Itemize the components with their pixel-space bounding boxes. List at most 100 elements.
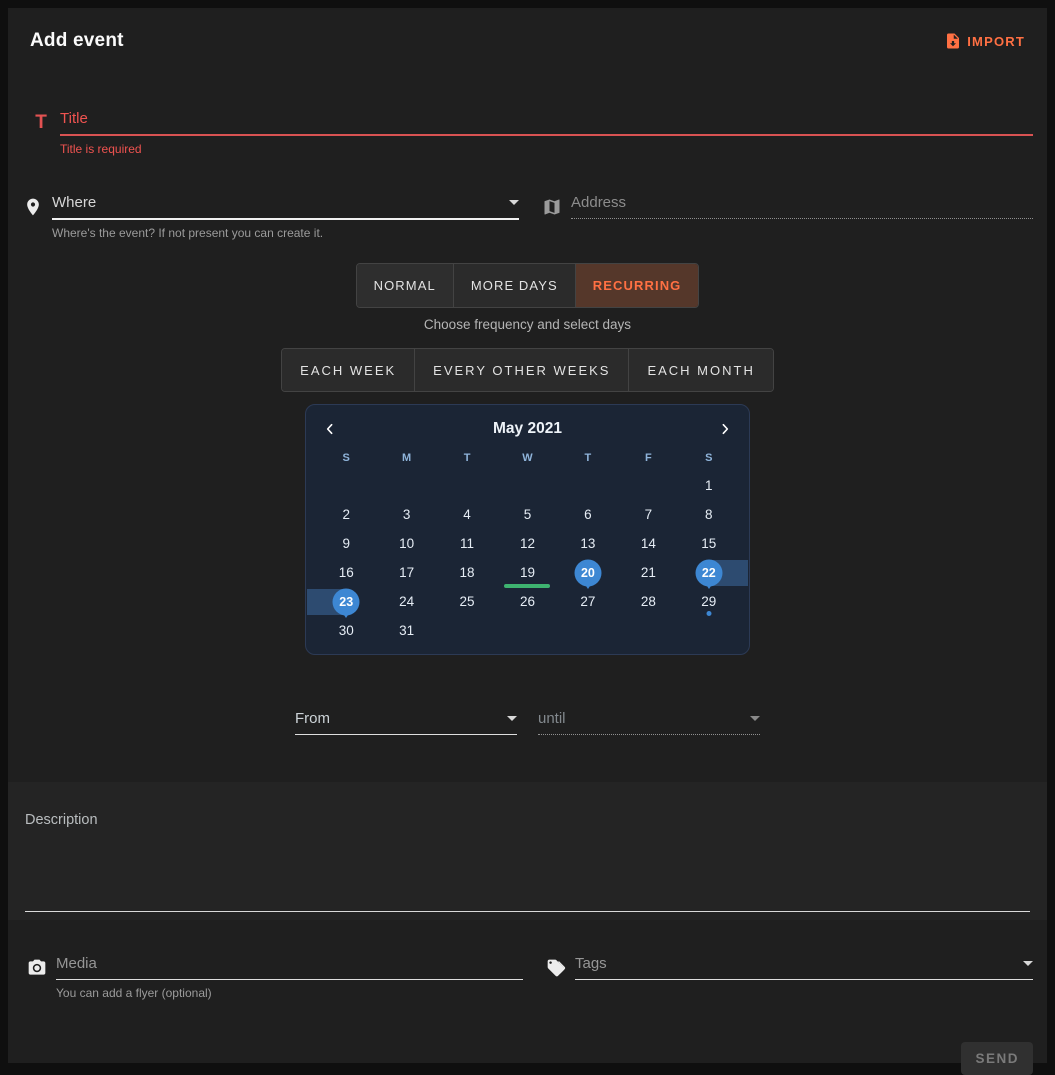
frequency-option-each-week[interactable]: EACH WEEK — [282, 349, 414, 391]
day-number: 31 — [399, 623, 414, 638]
calendar-day-1[interactable]: 1 — [679, 472, 739, 499]
day-number: 28 — [641, 594, 656, 609]
description-label: Description — [25, 812, 1030, 828]
calendar-day-26[interactable]: 26 — [497, 588, 557, 615]
calendar-day-12[interactable]: 12 — [497, 530, 557, 557]
calendar-day-empty — [497, 617, 557, 644]
calendar-day-7[interactable]: 7 — [618, 501, 678, 528]
calendar-day-8[interactable]: 8 — [679, 501, 739, 528]
day-number: 5 — [524, 507, 532, 522]
calendar-day-28[interactable]: 28 — [618, 588, 678, 615]
chevron-down-icon — [750, 716, 760, 721]
where-input[interactable] — [52, 194, 509, 211]
calendar-day-empty — [316, 472, 376, 499]
media-input[interactable] — [56, 955, 523, 972]
calendar-day-empty — [618, 617, 678, 644]
calendar-day-24[interactable]: 24 — [376, 588, 436, 615]
weekday-label: S — [316, 446, 376, 470]
tags-select[interactable] — [575, 955, 1033, 980]
weekday-label: T — [558, 446, 618, 470]
title-text-icon: T — [30, 112, 52, 134]
day-number: 27 — [580, 594, 595, 609]
where-select[interactable] — [52, 194, 519, 220]
chevron-down-icon — [1023, 961, 1033, 966]
calendar-day-empty — [679, 617, 739, 644]
day-number: 16 — [339, 565, 354, 580]
from-time-select[interactable]: From — [295, 710, 517, 735]
title-field: T Title is required — [22, 110, 1033, 156]
day-number: 22 — [702, 566, 716, 580]
calendar: May 2021 SMTWTFS 12345678910111213141516… — [305, 404, 750, 655]
calendar-day-18[interactable]: 18 — [437, 559, 497, 586]
form-header: Add event IMPORT — [22, 8, 1033, 52]
until-time-select[interactable]: until — [538, 710, 760, 735]
calendar-day-10[interactable]: 10 — [376, 530, 436, 557]
media-tags-row: You can add a flyer (optional) — [22, 955, 1033, 1000]
title-underline — [60, 110, 1033, 136]
tab-more-days[interactable]: MORE DAYS — [453, 264, 575, 307]
from-time-label: From — [295, 710, 330, 727]
calendar-weekday-header: SMTWTFS — [316, 446, 739, 470]
calendar-next-month-button[interactable] — [711, 415, 739, 443]
calendar-prev-month-button[interactable] — [316, 415, 344, 443]
frequency-option-each-month[interactable]: EACH MONTH — [628, 349, 772, 391]
day-number: 15 — [701, 536, 716, 551]
calendar-day-13[interactable]: 13 — [558, 530, 618, 557]
calendar-day-14[interactable]: 14 — [618, 530, 678, 557]
where-helper-text: Where's the event? If not present you ca… — [52, 226, 519, 240]
day-number: 21 — [641, 565, 656, 580]
day-number: 24 — [399, 594, 414, 609]
calendar-day-29[interactable]: 29 — [679, 588, 739, 615]
day-number: 25 — [460, 594, 475, 609]
day-number: 14 — [641, 536, 656, 551]
calendar-day-4[interactable]: 4 — [437, 501, 497, 528]
address-input[interactable] — [571, 194, 1033, 211]
page-title: Add event — [22, 30, 124, 52]
title-input[interactable] — [60, 110, 1033, 127]
calendar-day-empty — [437, 617, 497, 644]
media-helper-text: You can add a flyer (optional) — [56, 986, 523, 1000]
calendar-day-22[interactable]: 22 — [679, 559, 739, 586]
calendar-day-25[interactable]: 25 — [437, 588, 497, 615]
calendar-day-23[interactable]: 23 — [316, 588, 376, 615]
calendar-day-19[interactable]: 19 — [497, 559, 557, 586]
calendar-day-17[interactable]: 17 — [376, 559, 436, 586]
calendar-day-31[interactable]: 31 — [376, 617, 436, 644]
send-button[interactable]: SEND — [961, 1042, 1033, 1075]
calendar-day-15[interactable]: 15 — [679, 530, 739, 557]
chevron-right-icon — [717, 421, 733, 437]
chevron-down-icon — [507, 716, 517, 721]
calendar-day-20[interactable]: 20 — [558, 559, 618, 586]
calendar-day-5[interactable]: 5 — [497, 501, 557, 528]
calendar-day-empty — [497, 472, 557, 499]
file-import-icon — [944, 32, 962, 50]
address-underline — [571, 194, 1033, 219]
day-number: 30 — [339, 623, 354, 638]
camera-icon — [26, 958, 48, 978]
calendar-day-27[interactable]: 27 — [558, 588, 618, 615]
tab-normal[interactable]: NORMAL — [357, 264, 453, 307]
calendar-day-30[interactable]: 30 — [316, 617, 376, 644]
map-icon — [541, 197, 563, 217]
tab-recurring[interactable]: RECURRING — [575, 264, 699, 307]
frequency-option-every-other-weeks[interactable]: EVERY OTHER WEEKS — [414, 349, 628, 391]
frequency-hint-text: Choose frequency and select days — [424, 317, 631, 332]
calendar-day-11[interactable]: 11 — [437, 530, 497, 557]
time-row: From until — [295, 710, 760, 735]
calendar-day-3[interactable]: 3 — [376, 501, 436, 528]
description-field[interactable]: Description — [8, 782, 1047, 920]
media-underline — [56, 955, 523, 980]
calendar-day-21[interactable]: 21 — [618, 559, 678, 586]
day-number: 29 — [701, 594, 716, 609]
import-button[interactable]: IMPORT — [936, 26, 1033, 56]
tags-input[interactable] — [575, 955, 1023, 972]
day-number: 23 — [339, 595, 353, 609]
calendar-day-2[interactable]: 2 — [316, 501, 376, 528]
tags-field — [545, 955, 1033, 980]
add-event-form: Add event IMPORT T Title is required — [8, 8, 1047, 1063]
calendar-day-6[interactable]: 6 — [558, 501, 618, 528]
calendar-day-9[interactable]: 9 — [316, 530, 376, 557]
calendar-month-title: May 2021 — [344, 420, 711, 438]
description-underline — [25, 911, 1030, 912]
calendar-day-16[interactable]: 16 — [316, 559, 376, 586]
